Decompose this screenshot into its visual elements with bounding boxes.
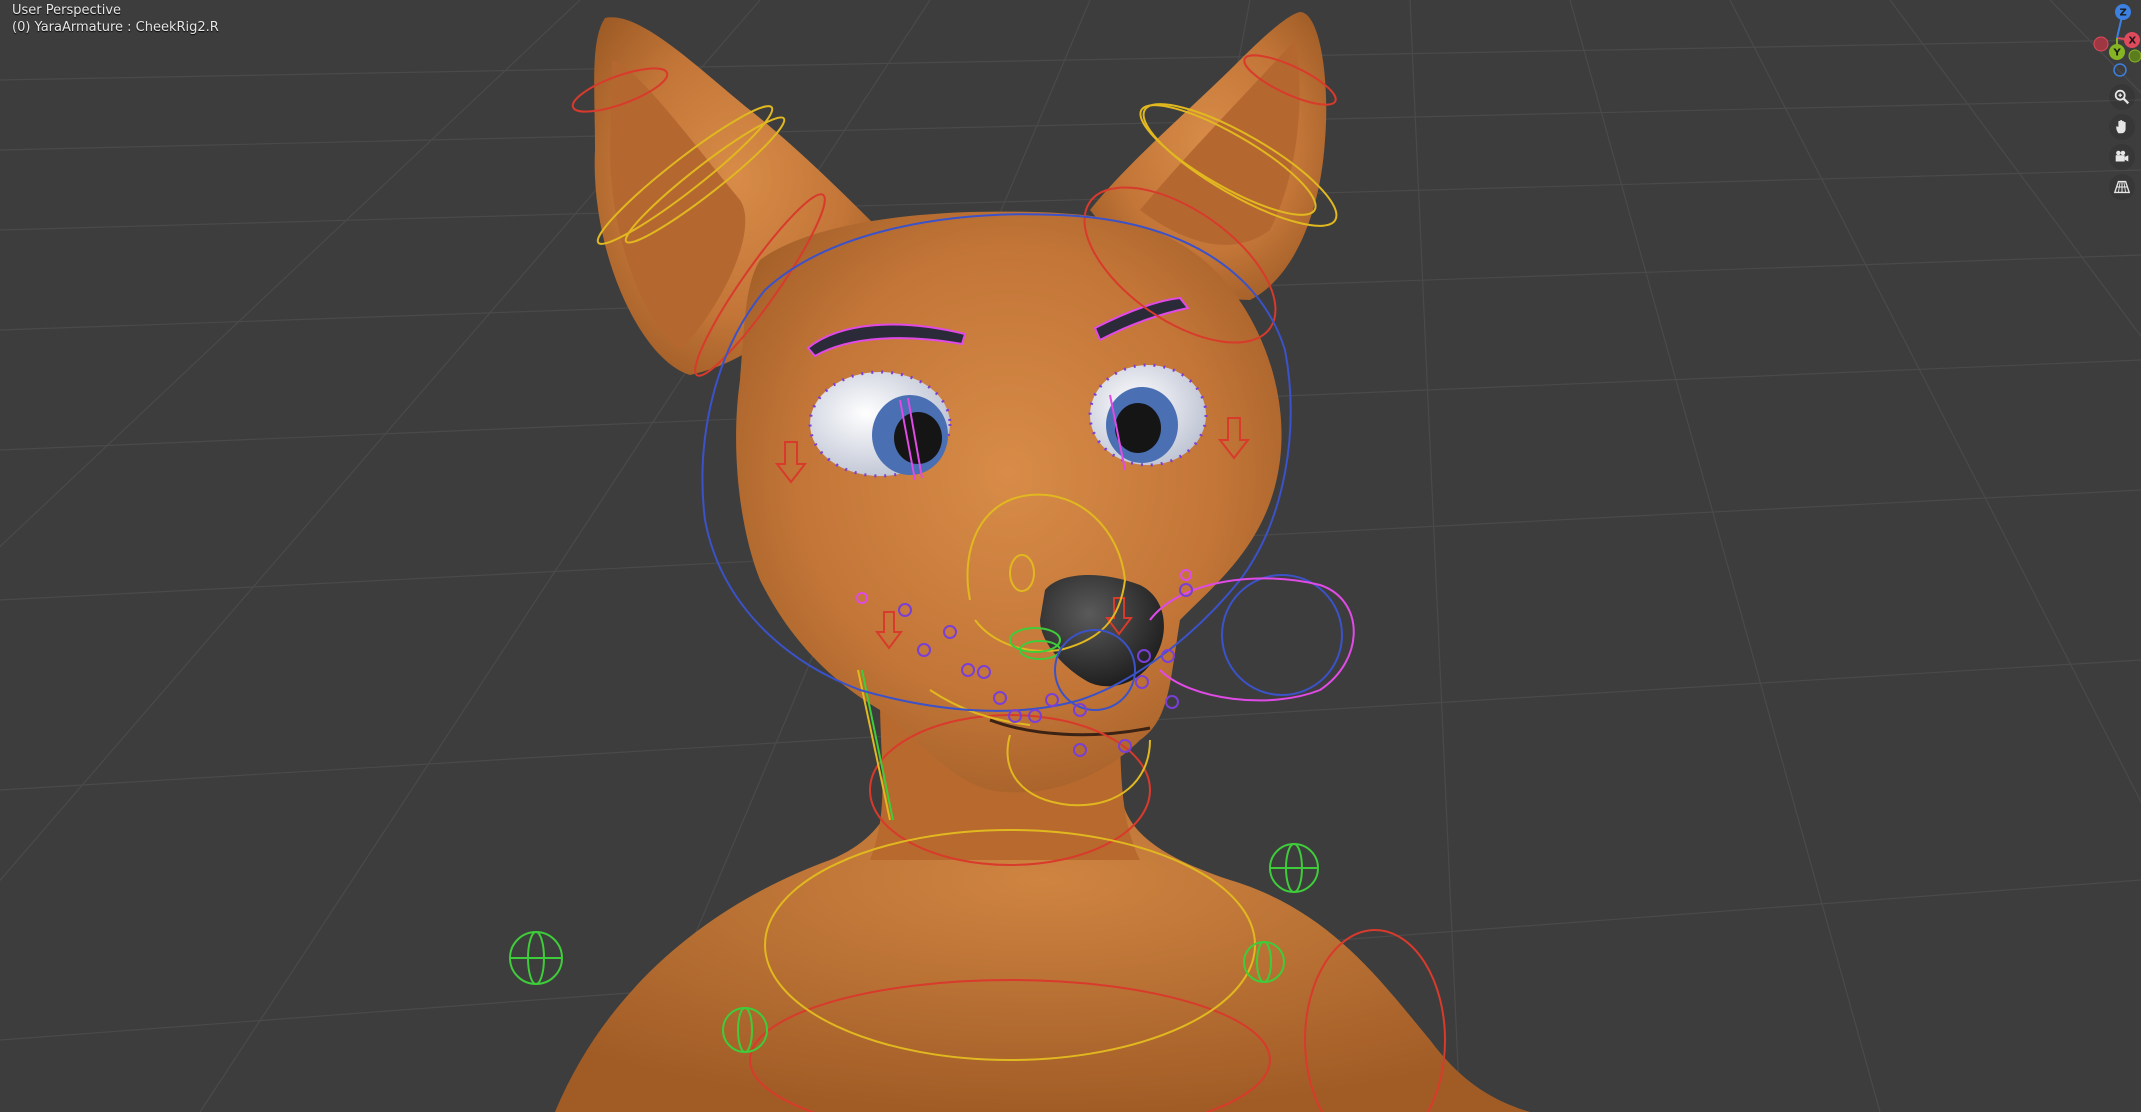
gizmo-y-label: Y	[2113, 48, 2122, 59]
character-model[interactable]	[555, 12, 1530, 1112]
gizmo-x-label: X	[2129, 36, 2137, 47]
active-object-label: (0) YaraArmature : CheekRig2.R	[12, 20, 219, 35]
pan-hand-icon[interactable]	[2109, 114, 2135, 140]
navigation-gizmo-area: Z X Y	[2081, 0, 2141, 210]
gizmo-neg-y-axis[interactable]	[2113, 63, 2127, 77]
view-name-label: User Perspective	[12, 3, 122, 18]
head-mesh	[736, 211, 1282, 793]
right-eye	[1088, 363, 1208, 467]
perspective-toggle-icon[interactable]	[2109, 174, 2135, 200]
orientation-gizmo[interactable]: Z X Y	[2081, 0, 2141, 80]
zoom-icon[interactable]	[2109, 84, 2135, 110]
camera-view-icon[interactable]	[2109, 144, 2135, 170]
left-eye	[808, 370, 952, 478]
3d-viewport[interactable]	[0, 0, 2141, 1112]
viewport-info-overlay: User Perspective (0) YaraArmature : Chee…	[12, 2, 219, 36]
gizmo-z-label: Z	[2120, 8, 2127, 19]
gizmo-neg-z-axis[interactable]	[2128, 49, 2141, 63]
gizmo-neg-x-axis[interactable]	[2093, 36, 2109, 52]
